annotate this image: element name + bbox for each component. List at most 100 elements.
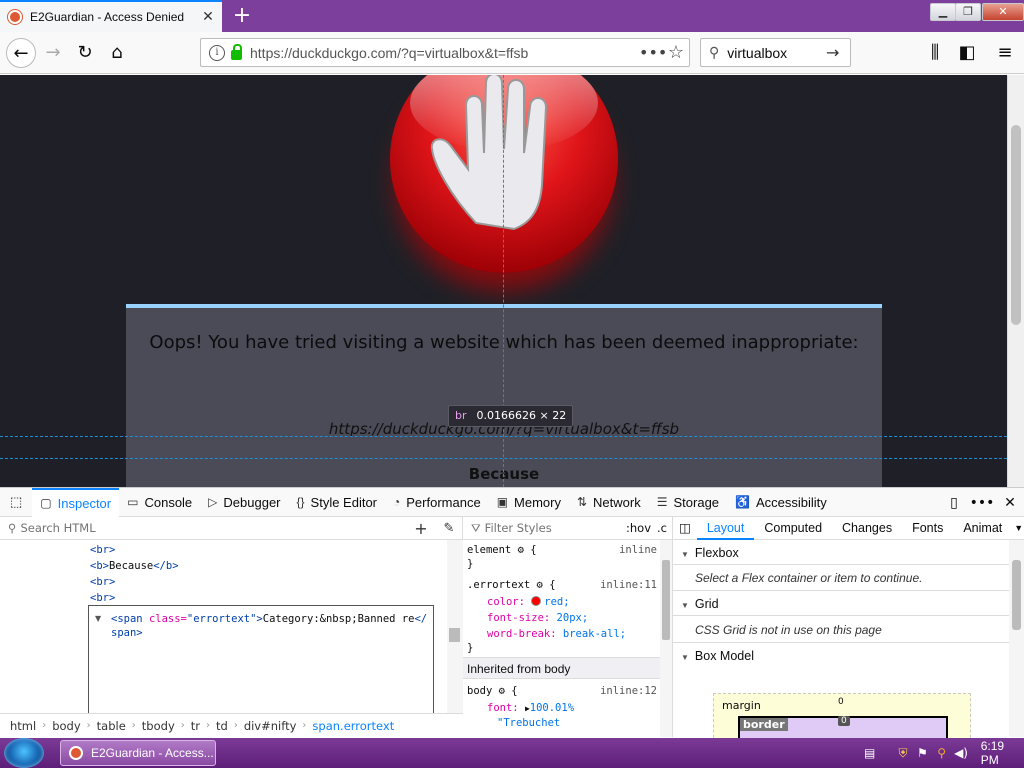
markup-scrollbar[interactable] bbox=[447, 540, 463, 713]
inherited-from-body-header: Inherited from body bbox=[463, 657, 661, 679]
filter-styles-field[interactable]: ⛛ Filter Styles :hov .c bbox=[463, 517, 673, 540]
chevron-down-icon: ▼ bbox=[681, 653, 689, 662]
forward-button[interactable]: → bbox=[38, 38, 68, 68]
tab-style-editor[interactable]: {} Style Editor bbox=[289, 488, 386, 517]
tab-storage[interactable]: ☰ Storage bbox=[649, 488, 727, 517]
tab-animations[interactable]: Animat bbox=[953, 517, 1012, 540]
minimize-button[interactable]: ▁ bbox=[930, 3, 956, 21]
page-scrollbar[interactable] bbox=[1007, 75, 1024, 487]
storage-icon: ☰ bbox=[656, 495, 668, 509]
rules-scrollbar[interactable] bbox=[660, 540, 672, 737]
search-query[interactable]: virtualbox bbox=[727, 45, 826, 61]
maximize-button[interactable]: ❐ bbox=[955, 3, 981, 21]
rule-body: body ⚙ {inline:12 bbox=[467, 685, 657, 697]
windows-taskbar: E2Guardian - Access... ▤ ⛨ ⚑ ⚲ ◀) 6:19 P… bbox=[0, 738, 1024, 768]
breadcrumb-separator-icon: › bbox=[180, 720, 185, 731]
bookmark-star-icon[interactable]: ☆ bbox=[663, 42, 689, 63]
markup-node-b[interactable]: <b>Because</b> bbox=[90, 560, 179, 572]
tab-network[interactable]: ⇅ Network bbox=[569, 488, 649, 517]
devtools-more-icon[interactable]: ••• bbox=[968, 495, 996, 511]
search-tray-icon[interactable]: ⚲ bbox=[932, 746, 951, 760]
tab-console[interactable]: ▭ Console bbox=[119, 488, 200, 517]
site-info-icon[interactable]: i bbox=[209, 44, 225, 61]
flexbox-section-header[interactable]: ▼ Flexbox bbox=[673, 541, 1009, 565]
box-model-section-header[interactable]: ▼ Box Model bbox=[673, 644, 1009, 668]
grid-section-header[interactable]: ▼ Grid bbox=[673, 592, 1009, 616]
tab-debugger[interactable]: ▷ Debugger bbox=[200, 488, 288, 517]
margin-top-value[interactable]: 0 bbox=[838, 697, 844, 707]
gear-icon[interactable]: ⚙ bbox=[499, 685, 505, 697]
color-swatch-icon[interactable] bbox=[531, 596, 542, 606]
search-bar[interactable]: ⚲ virtualbox → bbox=[700, 38, 851, 67]
start-button[interactable] bbox=[4, 738, 44, 768]
filter-styles-placeholder[interactable]: Filter Styles bbox=[485, 521, 626, 535]
responsive-design-icon[interactable]: ▯ bbox=[940, 495, 968, 511]
devtools-close-icon[interactable]: ✕ bbox=[996, 495, 1024, 511]
tab-performance[interactable]: ◔ Performance bbox=[385, 488, 489, 517]
cls-toggle[interactable]: .c bbox=[657, 521, 667, 535]
denied-heading: Oops! You have tried visiting a website … bbox=[149, 332, 859, 353]
volume-icon[interactable]: ◀) bbox=[951, 746, 970, 760]
window-close-button[interactable]: ✕ bbox=[982, 3, 1024, 21]
breadcrumb-item[interactable]: td bbox=[216, 719, 228, 733]
element-picker-icon[interactable]: ⬚ bbox=[0, 488, 32, 517]
markup-node-br[interactable]: <br> bbox=[90, 592, 115, 604]
add-node-icon[interactable]: + bbox=[407, 519, 435, 538]
tab-computed[interactable]: Computed bbox=[754, 517, 832, 540]
breadcrumb-item[interactable]: tr bbox=[191, 719, 200, 733]
edit-as-html-box[interactable]: ▼ <span class="errortext">Category:&nbsp… bbox=[88, 605, 434, 715]
tab-memory[interactable]: ▣ Memory bbox=[489, 488, 569, 517]
decl-word-break[interactable]: word-break: break-all; bbox=[487, 628, 677, 640]
border-top-value[interactable]: 0 bbox=[838, 716, 850, 726]
new-tab-button[interactable]: + bbox=[228, 2, 256, 30]
page-actions-icon[interactable]: ••• bbox=[639, 43, 667, 62]
library-icon[interactable]: ⫼ bbox=[920, 38, 950, 68]
page-scrollbar-thumb[interactable] bbox=[1011, 125, 1021, 325]
tab-close-icon[interactable]: ✕ bbox=[198, 9, 218, 25]
gear-icon[interactable]: ⚙ bbox=[537, 579, 543, 591]
breadcrumb: html › body › table › tbody › tr › td › div#nifty › sp… bbox=[0, 713, 463, 737]
eyedropper-icon[interactable]: ✎ bbox=[435, 521, 463, 536]
shield-icon[interactable]: ⛨ bbox=[893, 746, 912, 761]
reload-button[interactable]: ↻ bbox=[70, 38, 100, 68]
decl-font-size[interactable]: font-size: 20px; bbox=[487, 612, 677, 624]
sidebar-icon[interactable]: ◧ bbox=[952, 38, 982, 68]
breadcrumb-item[interactable]: body bbox=[52, 719, 80, 733]
search-html-placeholder[interactable]: Search HTML bbox=[20, 521, 407, 535]
back-button[interactable]: ← bbox=[6, 38, 36, 68]
taskbar-firefox-task[interactable]: E2Guardian - Access... bbox=[60, 740, 216, 766]
tab-inspector[interactable]: ▢ Inspector bbox=[32, 487, 120, 517]
url-bar[interactable]: i https://duckduckgo.com/?q=virtualbox&t… bbox=[200, 38, 690, 67]
network-tray-icon[interactable]: ⚑ bbox=[913, 746, 932, 760]
tab-changes[interactable]: Changes bbox=[832, 517, 902, 540]
decl-font[interactable]: font: ▶100.01% bbox=[487, 702, 677, 714]
denied-message-box: Oops! You have tried visiting a website … bbox=[126, 304, 882, 487]
markup-node-br[interactable]: <br> bbox=[90, 544, 115, 556]
keyboard-icon[interactable]: ▤ bbox=[860, 746, 879, 760]
search-html-field[interactable]: ⚲ Search HTML + ✎ bbox=[0, 517, 463, 540]
breadcrumb-item[interactable]: div#nifty bbox=[244, 719, 297, 733]
clock[interactable]: 6:19 PM bbox=[981, 739, 1024, 767]
layout-scrollbar[interactable] bbox=[1009, 540, 1024, 737]
url-text[interactable]: https://duckduckgo.com/?q=virtualbox&t=f… bbox=[250, 45, 639, 61]
active-tab[interactable]: E2Guardian - Access Denied ✕ bbox=[0, 0, 222, 32]
hov-toggle[interactable]: :hov bbox=[626, 521, 651, 535]
lock-icon bbox=[231, 43, 242, 60]
markup-node-br[interactable]: <br> bbox=[90, 576, 115, 588]
tab-layout[interactable]: Layout bbox=[696, 517, 755, 540]
expand-triangle-icon[interactable]: ▼ bbox=[95, 614, 101, 623]
gear-icon[interactable]: ⚙ bbox=[518, 544, 524, 556]
chevron-down-icon[interactable]: ▼ bbox=[1012, 517, 1024, 540]
breadcrumb-item[interactable]: span.errortext bbox=[312, 719, 394, 733]
tab-fonts[interactable]: Fonts bbox=[902, 517, 953, 540]
menu-hamburger-icon[interactable]: ≡ bbox=[990, 38, 1020, 68]
decl-color[interactable]: color: red; bbox=[487, 596, 677, 608]
breadcrumb-item[interactable]: table bbox=[97, 719, 126, 733]
breadcrumb-separator-icon: › bbox=[131, 720, 136, 731]
toggle-sidebar-icon[interactable]: ◫ bbox=[673, 517, 697, 540]
tab-accessibility[interactable]: ♿ Accessibility bbox=[727, 488, 835, 517]
breadcrumb-item[interactable]: tbody bbox=[142, 719, 175, 733]
breadcrumb-item[interactable]: html bbox=[10, 719, 36, 733]
home-icon[interactable]: ⌂ bbox=[102, 38, 132, 68]
search-go-arrow-icon[interactable]: → bbox=[826, 43, 850, 62]
